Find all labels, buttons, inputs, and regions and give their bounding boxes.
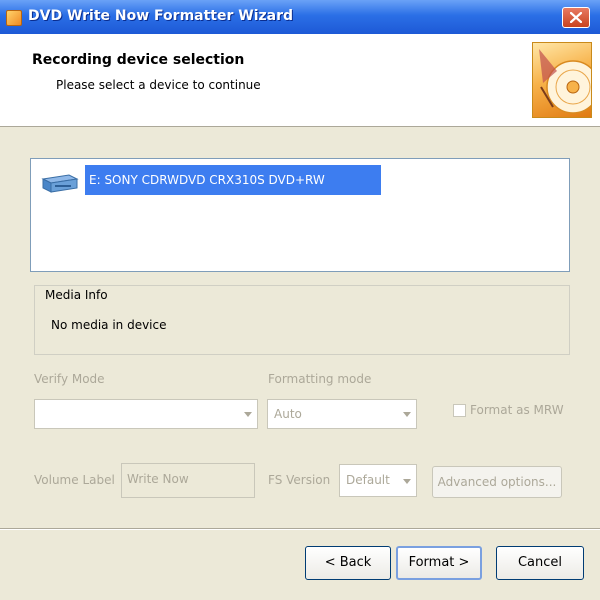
verify-mode-select[interactable] <box>34 399 258 429</box>
chevron-down-icon <box>403 412 411 417</box>
page-subtitle: Please select a device to continue <box>56 78 261 92</box>
wizard-header: Recording device selection Please select… <box>0 34 600 127</box>
formatting-mode-label: Formatting mode <box>268 372 372 386</box>
volume-label-value: Write Now <box>127 472 189 486</box>
formatting-mode-value: Auto <box>274 407 302 421</box>
fs-version-label: FS Version <box>268 473 331 487</box>
close-icon <box>570 12 582 23</box>
device-label[interactable]: E: SONY CDRWDVD CRX310S DVD+RW <box>85 165 381 195</box>
media-status: No media in device <box>51 318 167 332</box>
wizard-window: DVD Write Now Formatter Wizard Recording… <box>0 0 600 600</box>
format-as-mrw-checkbox[interactable] <box>453 404 466 417</box>
fs-version-value: Default <box>346 473 390 487</box>
verify-mode-label: Verify Mode <box>34 372 105 386</box>
fs-version-select[interactable]: Default <box>339 464 417 497</box>
format-as-mrw-label: Format as MRW <box>470 403 564 417</box>
disc-artwork-icon <box>532 42 592 118</box>
media-info-title: Media Info <box>45 288 108 302</box>
title-bar[interactable]: DVD Write Now Formatter Wizard <box>0 0 600 34</box>
format-button[interactable]: Format > <box>396 546 482 580</box>
formatting-mode-select[interactable]: Auto <box>267 399 417 429</box>
volume-label-input[interactable]: Write Now <box>121 463 255 498</box>
optical-drive-icon <box>41 174 79 193</box>
advanced-options-button[interactable]: Advanced options... <box>432 466 562 498</box>
device-list[interactable]: E: SONY CDRWDVD CRX310S DVD+RW <box>30 158 570 272</box>
window-title: DVD Write Now Formatter Wizard <box>28 8 294 24</box>
page-title: Recording device selection <box>32 52 245 68</box>
app-icon <box>6 10 22 26</box>
footer-divider <box>0 528 600 530</box>
close-button[interactable] <box>562 7 590 28</box>
chevron-down-icon <box>244 412 252 417</box>
chevron-down-icon <box>403 479 411 484</box>
media-info-group: Media Info No media in device <box>34 285 570 355</box>
volume-label-label: Volume Label <box>34 473 115 487</box>
back-button[interactable]: < Back <box>305 546 391 580</box>
cancel-button[interactable]: Cancel <box>496 546 584 580</box>
